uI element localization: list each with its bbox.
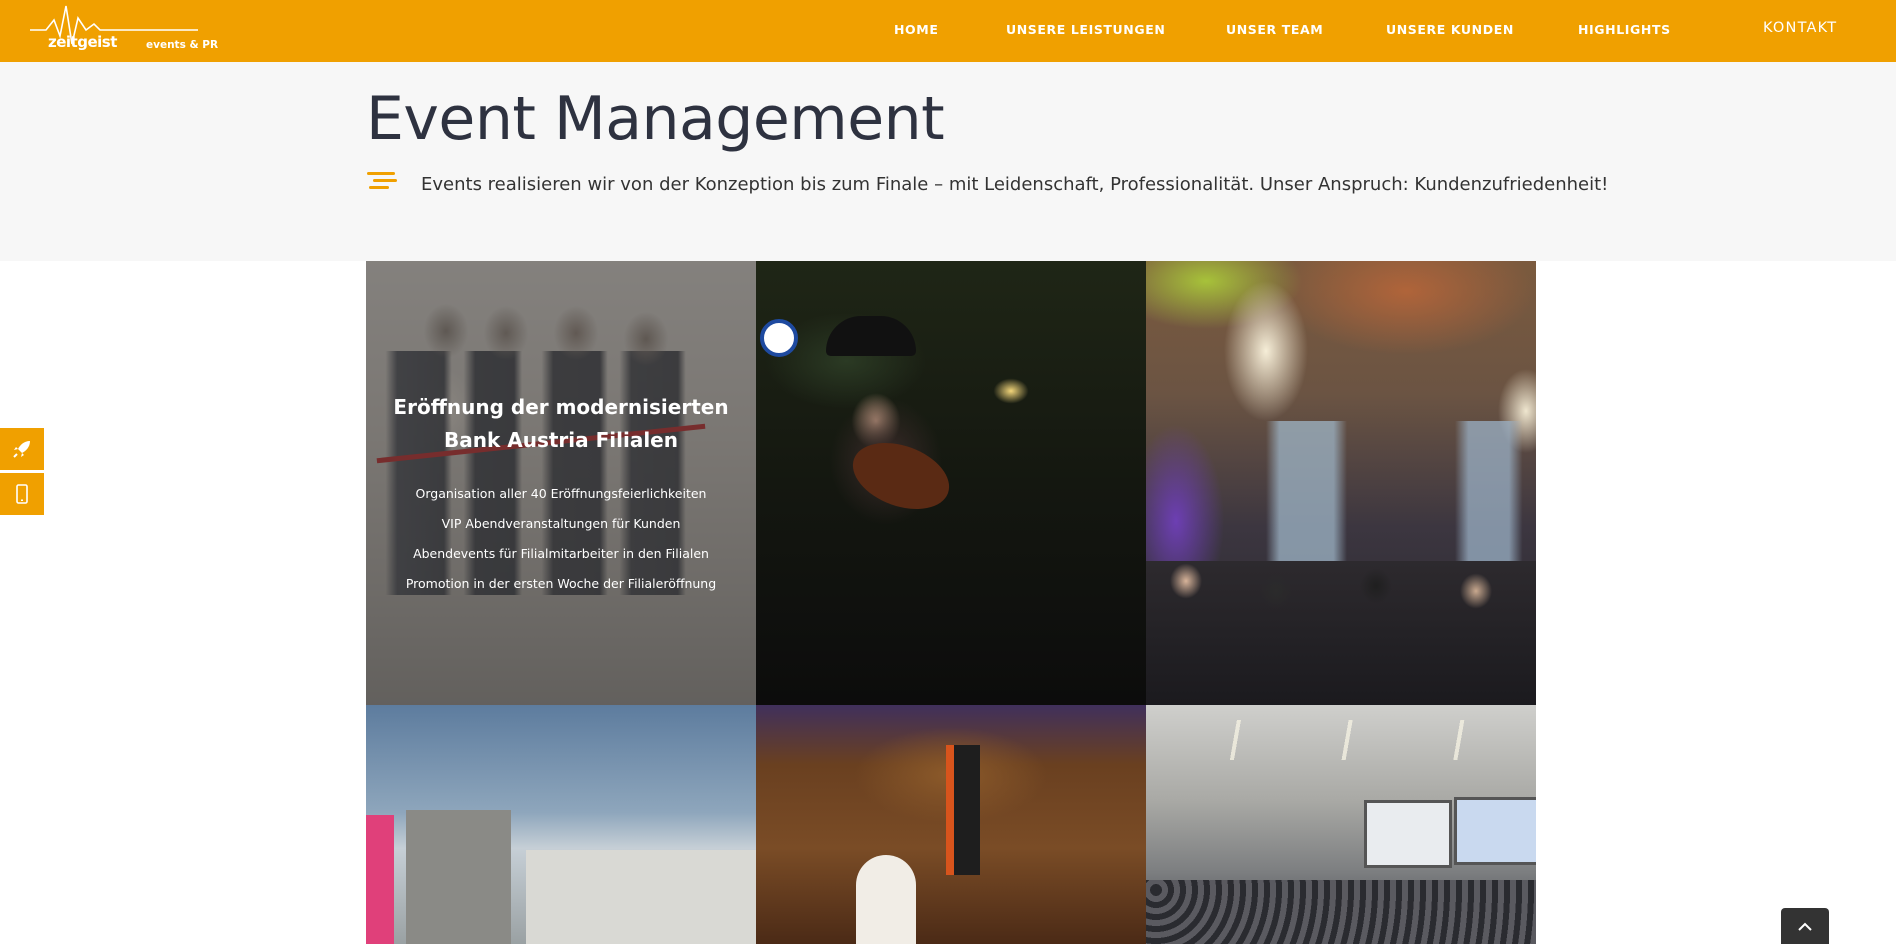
tile-item: VIP Abendveranstaltungen für Kunden [441, 516, 681, 531]
sign-shape [760, 319, 798, 357]
logo-brand: zeitgeist [48, 33, 117, 51]
screen-shape [1364, 800, 1452, 868]
banner-shape [946, 745, 980, 875]
tile-item: Abendevents für Filialmitarbeiter in den… [413, 546, 709, 561]
violin-shape [843, 430, 959, 522]
side-rocket-button[interactable] [0, 428, 44, 470]
gallery-tile-ballroom[interactable] [1146, 261, 1536, 705]
scroll-top-button[interactable] [1781, 908, 1829, 944]
building-shape [406, 810, 511, 944]
hat-shape [826, 316, 916, 356]
nav-unsere-leistungen[interactable]: UNSERE LEISTUNGEN [1006, 22, 1165, 37]
chevron-up-icon [1798, 922, 1812, 931]
nav-highlights[interactable]: HIGHLIGHTS [1578, 22, 1671, 37]
title-band: Event Management Events realisieren wir … [0, 62, 1896, 261]
dancer-shape [856, 855, 916, 944]
tile-item: Promotion in der ersten Woche der Filial… [405, 576, 717, 591]
screen-shape [1454, 797, 1536, 865]
ceiling-lights-shape [1176, 720, 1516, 760]
windows-shape [1266, 421, 1536, 561]
page-subtitle: Events realisieren wir von der Konzeptio… [421, 174, 1609, 195]
mobile-icon [16, 484, 28, 504]
audience-shape [1146, 880, 1536, 944]
nav-unser-team[interactable]: UNSER TEAM [1226, 22, 1323, 37]
crowd-shape [1146, 561, 1536, 705]
logo[interactable]: zeitgeist events & PR [28, 0, 218, 58]
page-title: Event Management [366, 84, 945, 154]
tile-item: Organisation aller 40 Eröffnungsfeierlic… [415, 486, 707, 501]
gallery-tile-conference[interactable] [1146, 705, 1536, 944]
gallery-grid: Eröffnung der modernisierten Bank Austri… [366, 261, 1536, 944]
nav-home[interactable]: HOME [894, 22, 938, 37]
building-shape [526, 850, 756, 944]
gallery-tile-building[interactable] [366, 705, 756, 944]
gallery-tile-violinist[interactable] [756, 261, 1146, 705]
lines-icon [367, 172, 397, 192]
nav-unsere-kunden[interactable]: UNSERE KUNDEN [1386, 22, 1514, 37]
site-header: zeitgeist events & PR HOME UNSERE LEISTU… [0, 0, 1896, 62]
side-mobile-button[interactable] [0, 473, 44, 515]
nav-kontakt[interactable]: KONTAKT [1763, 20, 1837, 36]
tile-heading: Eröffnung der modernisierten Bank Austri… [393, 395, 729, 452]
gallery-tile-ball[interactable] [756, 705, 1146, 944]
gallery-tile-bank-austria[interactable]: Eröffnung der modernisierten Bank Austri… [366, 261, 756, 705]
logo-tagline: events & PR [146, 39, 219, 51]
rocket-icon [13, 441, 30, 458]
pink-light-shape [366, 815, 394, 944]
tile-caption: Eröffnung der modernisierten Bank Austri… [366, 391, 756, 599]
